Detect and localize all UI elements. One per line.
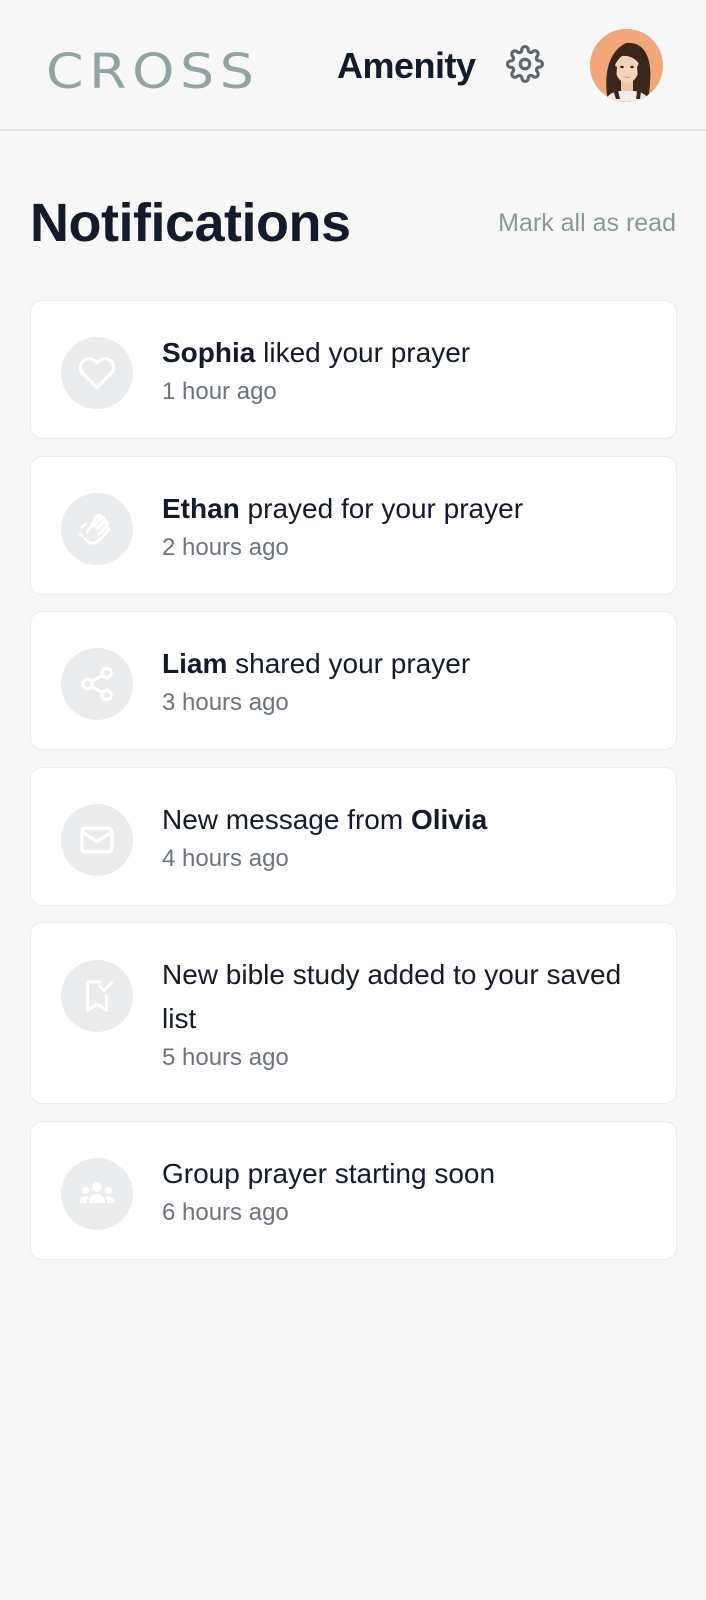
notification-message: Ethan prayed for your prayer — [162, 493, 524, 524]
actor-name: Olivia — [410, 804, 488, 835]
notification-time: 5 hours ago — [162, 1044, 289, 1071]
notification-card[interactable]: Group prayer starting soon 6 hours ago — [30, 1121, 677, 1260]
share-icon — [81, 666, 113, 702]
user-avatar-icon — [590, 29, 663, 102]
notification-card[interactable]: Liam shared your prayer 3 hours ago — [30, 611, 677, 750]
notification-time: 1 hour ago — [162, 378, 277, 405]
heart-icon — [78, 357, 116, 390]
notification-message: Sophia liked your prayer — [162, 337, 471, 368]
notification-icon-wrap — [61, 648, 133, 720]
avatar[interactable] — [590, 29, 663, 102]
actor-name: Sophia — [162, 337, 256, 368]
mark-all-read-link[interactable]: Mark all as read — [498, 208, 676, 238]
notification-card[interactable]: New bible study added to your saved list… — [30, 922, 677, 1104]
bookmark-check-icon — [85, 980, 113, 1012]
praying-hands-icon — [78, 513, 111, 545]
notification-message: New message from Olivia — [162, 804, 488, 835]
app-header: CROSS Amenity — [0, 0, 706, 131]
group-icon — [79, 1182, 115, 1204]
notification-icon-wrap — [61, 1158, 133, 1230]
notification-icon-wrap — [61, 960, 133, 1032]
notification-time: 6 hours ago — [162, 1199, 289, 1226]
notification-time: 2 hours ago — [162, 534, 289, 561]
notification-time: 4 hours ago — [162, 845, 289, 872]
notification-card[interactable]: Sophia liked your prayer 1 hour ago — [30, 300, 677, 439]
notification-card[interactable]: New message from Olivia 4 hours ago — [30, 767, 677, 906]
notification-message: Group prayer starting soon — [162, 1158, 496, 1189]
settings-button[interactable] — [505, 44, 545, 84]
notification-icon-wrap — [61, 804, 133, 876]
envelope-icon — [80, 826, 114, 854]
logo-amenity[interactable]: Amenity — [337, 44, 476, 88]
notification-message: Liam shared your prayer — [162, 648, 471, 679]
actor-name: Ethan — [162, 493, 240, 524]
notification-icon-wrap — [61, 337, 133, 409]
notification-card[interactable]: Ethan prayed for your prayer 2 hours ago — [30, 456, 677, 595]
page-title: Notifications — [30, 193, 351, 253]
logo-cross[interactable]: CROSS — [46, 44, 259, 100]
gear-icon — [506, 45, 544, 83]
notification-time: 3 hours ago — [162, 689, 289, 716]
actor-name: Liam — [162, 648, 228, 679]
notification-icon-wrap — [61, 493, 133, 565]
notification-message: New bible study added to your saved list — [162, 959, 622, 1034]
